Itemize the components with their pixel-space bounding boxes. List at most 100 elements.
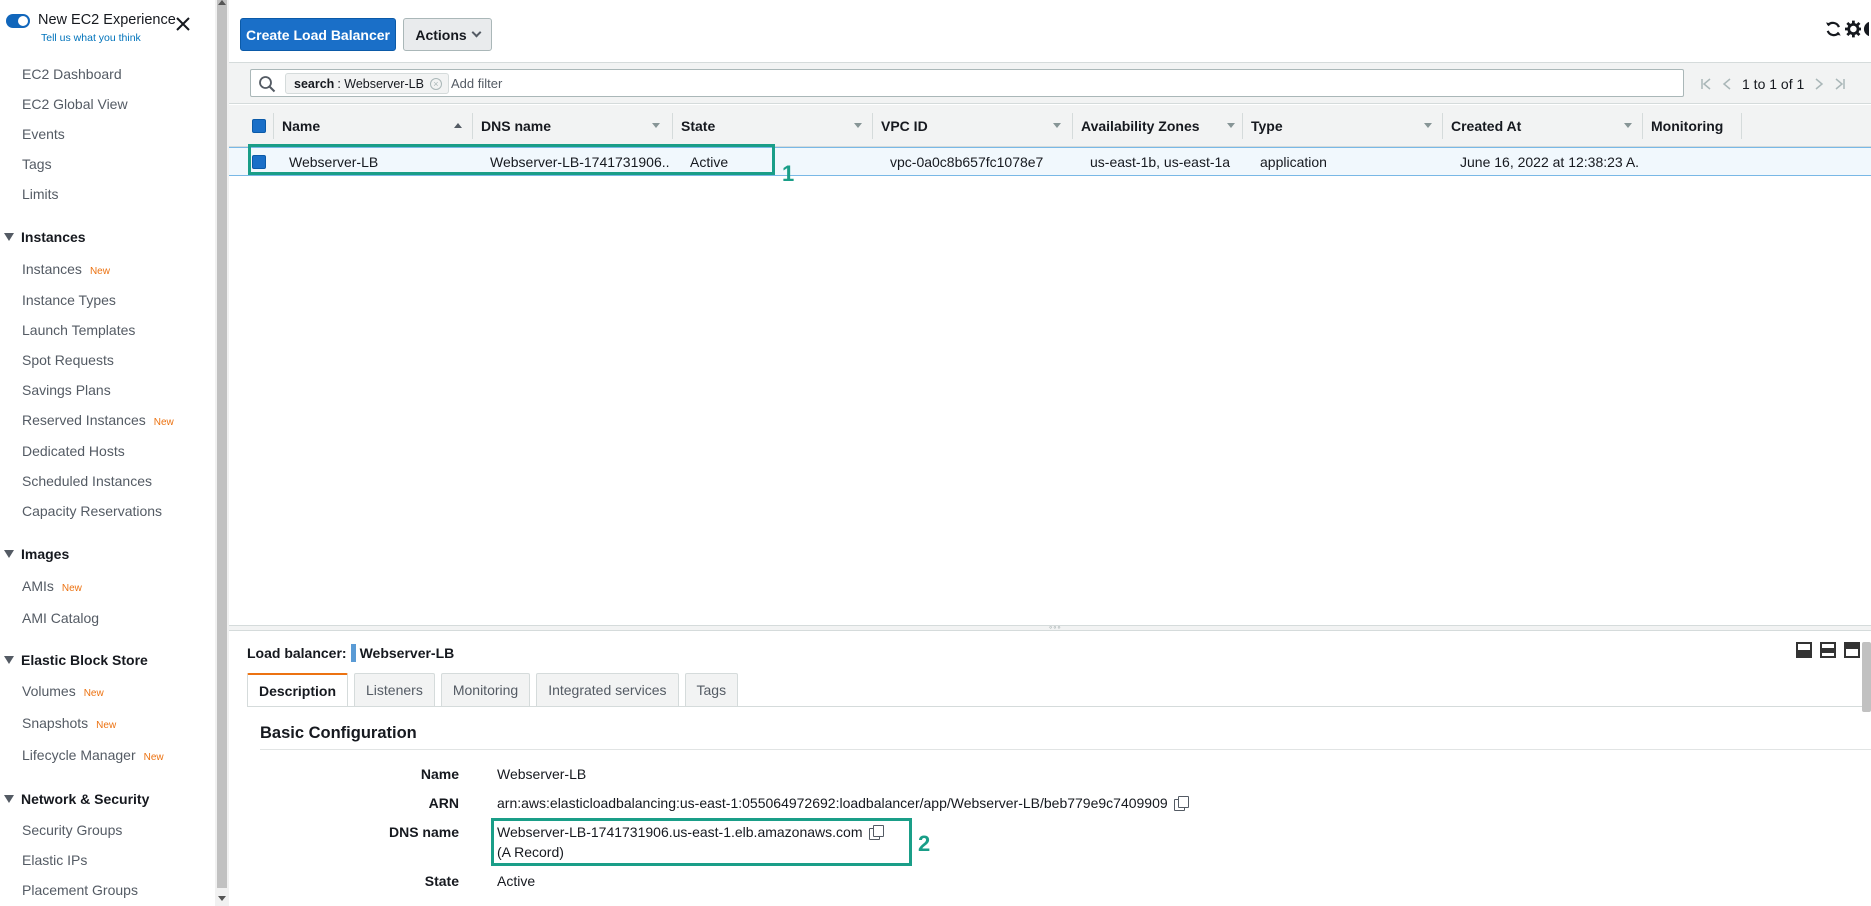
sidebar-item-elastic-ips[interactable]: Elastic IPs	[22, 852, 87, 868]
add-filter-placeholder[interactable]: Add filter	[451, 76, 502, 91]
next-page-icon[interactable]	[1814, 77, 1824, 91]
tab-description[interactable]: Description	[247, 673, 349, 707]
sidebar-item-ec2-dashboard[interactable]: EC2 Dashboard	[22, 66, 122, 82]
sort-icon	[854, 123, 862, 128]
panel-layout-controls	[1796, 642, 1864, 660]
selected-load-balancer-heading: Load balancer: Webserver-LB	[247, 644, 455, 662]
sidebar-item-events[interactable]: Events	[22, 126, 65, 142]
new-badge: New	[83, 688, 104, 699]
sidebar-item-snapshots[interactable]: Snapshots New	[22, 715, 116, 731]
detail-tabs: Description Listeners Monitoring Integra…	[247, 673, 739, 707]
column-header-created-at[interactable]: Created At	[1442, 105, 1642, 147]
filter-chip[interactable]: search: Webserver-LB ×	[285, 73, 449, 94]
annotation-box-2	[491, 818, 912, 866]
field-value-state: Active	[497, 873, 536, 889]
scrollbar-thumb[interactable]	[217, 0, 227, 888]
column-header-dns-name[interactable]: DNS name	[472, 105, 672, 147]
caret-down-icon	[4, 656, 14, 664]
scroll-down-icon[interactable]	[218, 896, 226, 901]
sidebar-item-instance-types[interactable]: Instance Types	[22, 292, 116, 308]
annotation-label-1: 1	[782, 161, 795, 186]
field-label-arn: ARN	[428, 795, 459, 811]
sidebar-item-savings-plans[interactable]: Savings Plans	[22, 382, 111, 398]
layout-top-icon[interactable]	[1844, 642, 1860, 658]
cell-type: application	[1260, 154, 1327, 170]
sort-icon	[1424, 123, 1432, 128]
new-badge: New	[143, 752, 164, 763]
sidebar-item-capacity-reservations[interactable]: Capacity Reservations	[22, 503, 162, 519]
first-page-icon[interactable]	[1700, 77, 1712, 91]
sort-icon	[652, 123, 660, 128]
sidebar-section-images[interactable]: Images	[4, 546, 69, 562]
column-header-state[interactable]: State	[672, 105, 872, 147]
sidebar-item-instances[interactable]: Instances New	[22, 261, 110, 277]
scroll-up-icon[interactable]	[218, 0, 226, 5]
table-header: Name DNS name State VPC ID Availability …	[229, 105, 1871, 147]
sidebar-item-launch-templates[interactable]: Launch Templates	[22, 322, 135, 338]
sidebar-item-limits[interactable]: Limits	[22, 186, 59, 202]
cell-availability-zones: us-east-1b, us-east-1a	[1090, 154, 1231, 170]
sidebar-scrollbar[interactable]	[215, 0, 229, 906]
annotation-label-2: 2	[918, 831, 931, 856]
close-icon[interactable]	[175, 16, 191, 32]
detail-scrollbar-thumb[interactable]	[1862, 642, 1871, 712]
sidebar-section-instances[interactable]: Instances	[4, 229, 86, 245]
caret-down-icon	[4, 550, 14, 558]
select-all-checkbox[interactable]	[252, 119, 266, 133]
field-label-dns-name: DNS name	[388, 824, 459, 840]
column-header-monitoring[interactable]: Monitoring	[1642, 105, 1742, 147]
top-right-toolbar	[1824, 18, 1869, 40]
layout-bottom-icon[interactable]	[1796, 642, 1812, 658]
sort-icon	[1624, 123, 1632, 128]
field-label-name: Name	[420, 766, 459, 782]
sidebar-item-tags[interactable]: Tags	[22, 156, 52, 172]
column-header-availability-zones[interactable]: Availability Zones	[1072, 105, 1242, 147]
help-icon[interactable]	[1863, 20, 1869, 38]
remove-filter-icon[interactable]: ×	[429, 78, 442, 90]
sidebar-item-volumes[interactable]: Volumes New	[22, 683, 104, 699]
sidebar-item-dedicated-hosts[interactable]: Dedicated Hosts	[22, 443, 125, 459]
refresh-icon[interactable]	[1824, 19, 1843, 39]
cell-vpc-id: vpc-0a0c8b657fc1078e7	[890, 154, 1044, 170]
sidebar: New EC2 Experience Tell us what you thin…	[0, 0, 215, 906]
tab-listeners[interactable]: Listeners	[354, 673, 435, 706]
new-experience-title: New EC2 Experience	[38, 12, 176, 28]
sidebar-header: New EC2 Experience Tell us what you thin…	[0, 0, 215, 50]
prev-page-icon[interactable]	[1722, 77, 1732, 91]
sidebar-item-spot-requests[interactable]: Spot Requests	[22, 352, 114, 368]
layout-split-icon[interactable]	[1820, 642, 1836, 658]
column-header-name[interactable]: Name	[273, 105, 472, 147]
field-label-state: State	[424, 873, 459, 889]
sidebar-item-reserved-instances[interactable]: Reserved Instances New	[22, 412, 174, 428]
last-page-icon[interactable]	[1834, 77, 1846, 91]
chevron-down-icon	[471, 27, 482, 38]
feedback-link[interactable]: Tell us what you think	[41, 32, 141, 44]
sidebar-item-security-groups[interactable]: Security Groups	[22, 822, 122, 838]
field-value-name: Webserver-LB	[497, 766, 587, 782]
new-experience-toggle[interactable]	[6, 14, 30, 28]
column-header-type[interactable]: Type	[1242, 105, 1442, 147]
create-load-balancer-button[interactable]: Create Load Balancer	[240, 18, 396, 51]
tab-integrated-services[interactable]: Integrated services	[536, 673, 679, 706]
sidebar-item-lifecycle-manager[interactable]: Lifecycle Manager New	[22, 747, 164, 763]
sidebar-item-ami-catalog[interactable]: AMI Catalog	[22, 610, 99, 626]
sort-icon	[1053, 123, 1061, 128]
new-badge: New	[61, 583, 82, 594]
tab-tags[interactable]: Tags	[684, 673, 739, 706]
actions-dropdown-button[interactable]: Actions	[403, 18, 492, 51]
caret-down-icon	[4, 795, 14, 803]
sidebar-item-ec2-global-view[interactable]: EC2 Global View	[22, 96, 128, 112]
copy-icon[interactable]	[1173, 796, 1189, 811]
pagination-count: 1 to 1 of 1	[1742, 76, 1805, 92]
sidebar-item-placement-groups[interactable]: Placement Groups	[22, 882, 138, 898]
column-header-vpc-id[interactable]: VPC ID	[872, 105, 1072, 147]
gear-icon[interactable]	[1844, 20, 1862, 38]
sidebar-item-amis[interactable]: AMIs New	[22, 578, 82, 594]
sidebar-item-scheduled-instances[interactable]: Scheduled Instances	[22, 473, 152, 489]
sidebar-section-elastic-block-store[interactable]: Elastic Block Store	[4, 652, 148, 668]
tab-monitoring[interactable]: Monitoring	[440, 673, 531, 706]
filter-input[interactable]: search: Webserver-LB × Add filter	[250, 69, 1684, 97]
sidebar-section-network-security[interactable]: Network & Security	[4, 791, 149, 807]
cell-created-at: June 16, 2022 at 12:38:23 A...	[1460, 154, 1640, 170]
annotation-box-1	[248, 144, 775, 175]
